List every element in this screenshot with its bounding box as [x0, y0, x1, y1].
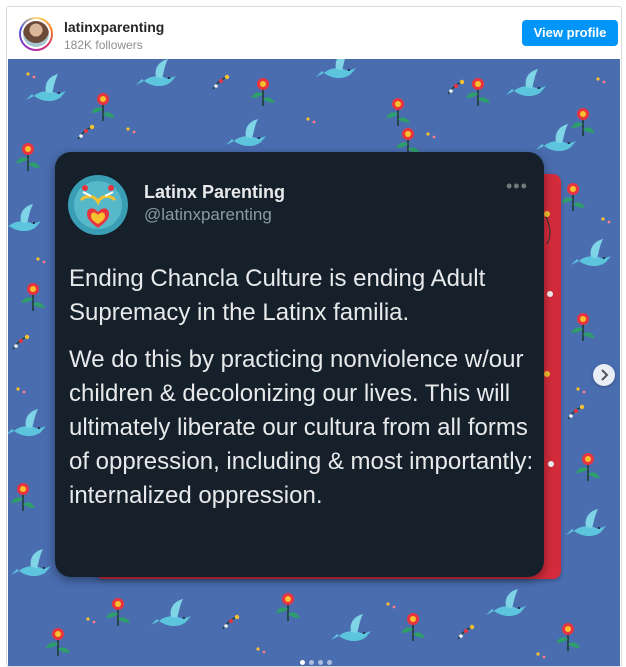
instagram-embed: latinxparenting 182K followers View prof…	[6, 6, 622, 667]
tweet-card: Latinx Parenting @latinxparenting ••• En…	[55, 152, 544, 577]
carousel-dot-1	[300, 660, 305, 665]
tweet-text-paragraph-2: We do this by practicing nonviolence w/o…	[69, 346, 534, 509]
more-horizontal-icon: •••	[506, 176, 528, 196]
username[interactable]: latinxparenting	[64, 19, 164, 35]
avatar-photo	[23, 21, 49, 47]
follower-count: 182K followers	[64, 38, 143, 52]
chevron-right-icon	[601, 369, 609, 381]
post-header: latinxparenting 182K followers View prof…	[7, 7, 621, 59]
tweet-handle: @latinxparenting	[144, 205, 272, 224]
post-media[interactable]: Latinx Parenting @latinxparenting ••• En…	[8, 59, 620, 666]
view-profile-button[interactable]: View profile	[522, 20, 618, 46]
profile-avatar[interactable]	[19, 17, 53, 51]
carousel-dot-3	[318, 660, 323, 665]
carousel-dot-2	[309, 660, 314, 665]
avatar-ring	[21, 19, 51, 49]
carousel-dot-4	[327, 660, 332, 665]
tweet-display-name: Latinx Parenting	[144, 182, 286, 202]
tweet-avatar-icon	[68, 175, 128, 235]
carousel-next-button[interactable]	[593, 364, 615, 386]
tweet-text-paragraph-1: Ending Chancla Culture is ending Adult S…	[69, 265, 486, 326]
carousel-indicator	[300, 660, 336, 666]
